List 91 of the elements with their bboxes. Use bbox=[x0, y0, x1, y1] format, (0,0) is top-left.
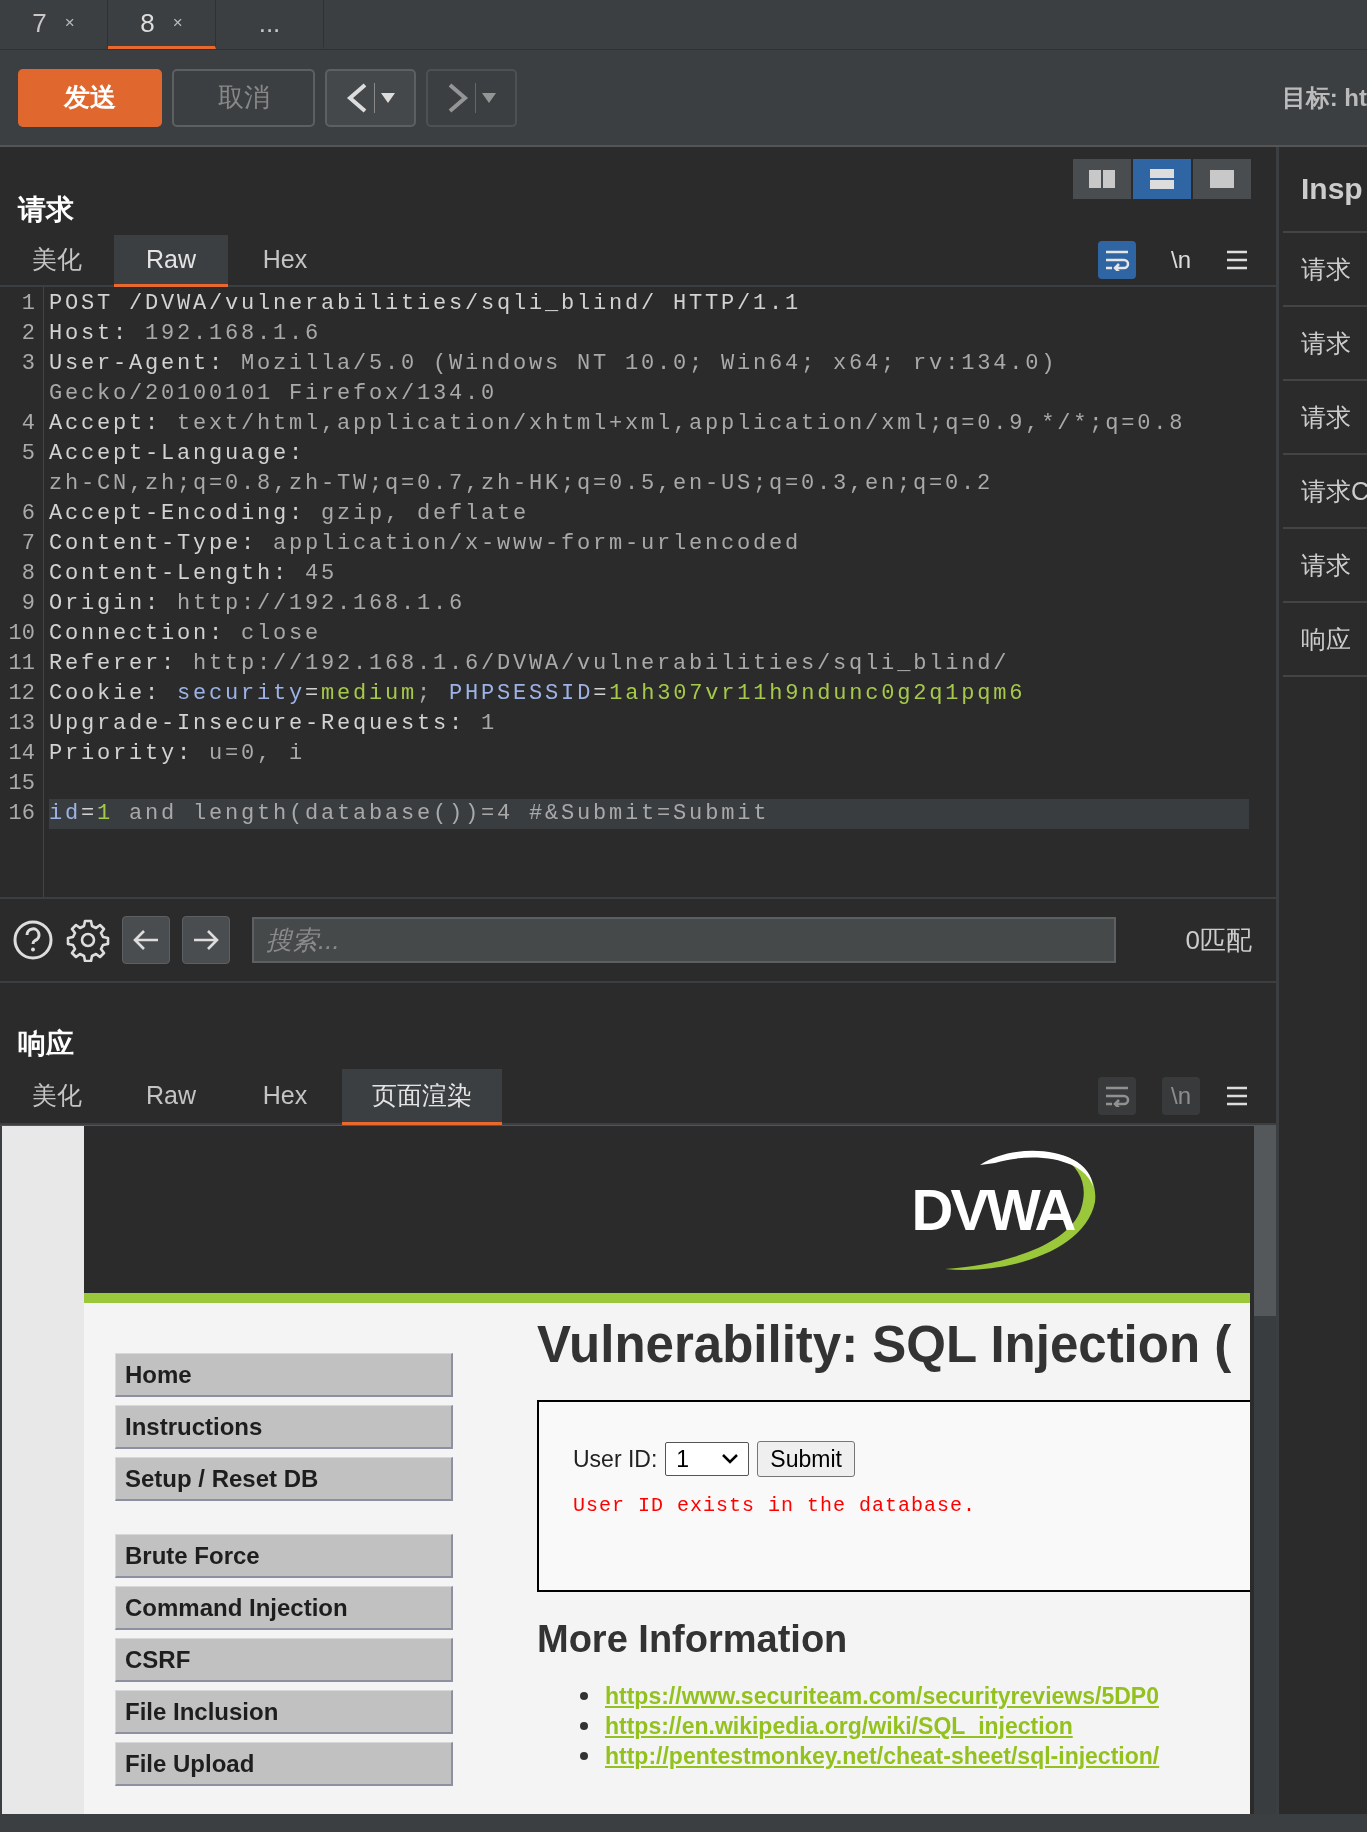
settings-icon[interactable] bbox=[66, 918, 110, 962]
line-number: 2 bbox=[20, 320, 36, 348]
back-button[interactable] bbox=[325, 68, 416, 127]
line-number: 13 bbox=[7, 710, 36, 738]
result-message: User ID exists in the database. bbox=[573, 1494, 978, 1517]
inspector-title: Insp bbox=[1283, 147, 1367, 233]
line-number: 6 bbox=[20, 500, 36, 528]
chevron-down-icon bbox=[722, 1454, 739, 1464]
layout-toggle[interactable] bbox=[1193, 159, 1251, 199]
line-number: 14 bbox=[7, 740, 36, 768]
newline-toggle[interactable]: \n bbox=[1162, 241, 1200, 279]
code-line: Upgrade-Insecure-Requests: 1 bbox=[49, 710, 499, 738]
panel-title: 响应 bbox=[17, 1027, 74, 1061]
user-id-select[interactable]: 1 bbox=[665, 1442, 750, 1476]
search-field[interactable]: 搜索... bbox=[252, 917, 1116, 963]
help-icon[interactable] bbox=[12, 919, 54, 961]
line-number: 5 bbox=[20, 440, 36, 468]
inspector-section[interactable]: 请求 bbox=[1283, 307, 1367, 381]
menu-item[interactable]: File Upload bbox=[115, 1742, 453, 1786]
match-count: 0匹配 bbox=[1185, 923, 1253, 957]
chevron-right-icon bbox=[447, 82, 469, 113]
rows-icon bbox=[1149, 168, 1175, 190]
code-line: Origin: http://192.168.1.6 bbox=[49, 590, 467, 618]
line-number: 9 bbox=[20, 590, 36, 618]
caret-icon[interactable] bbox=[381, 92, 395, 103]
inspector-section[interactable]: 响应 bbox=[1283, 603, 1367, 677]
tab[interactable]: 美化 bbox=[0, 235, 114, 287]
code-line: Accept: text/html,application/xhtml+xml,application/xml;q=0.9,*/*;q=0.8 bbox=[49, 410, 1187, 438]
scrollbar[interactable] bbox=[1254, 1126, 1276, 1814]
code-line: Content-Length: 45 bbox=[49, 560, 339, 588]
page-heading: Vulnerability: SQL Injection ( bbox=[537, 1315, 1233, 1375]
inspector-section[interactable]: 请求 bbox=[1283, 233, 1367, 307]
line-number: 3 bbox=[20, 350, 36, 378]
menu-item[interactable]: Command Injection bbox=[115, 1586, 453, 1630]
layout-toggle[interactable] bbox=[1133, 159, 1191, 199]
bullet-icon bbox=[580, 1722, 588, 1730]
section-heading: More Information bbox=[537, 1618, 849, 1661]
line-number: 8 bbox=[20, 560, 36, 588]
tab[interactable]: 7 × bbox=[0, 0, 108, 49]
code-line: Cookie: security=medium; PHPSESSID=1ah307vr11h9ndunc0g2q1pqm6 bbox=[49, 680, 1027, 708]
chevron-left-icon bbox=[346, 82, 368, 113]
line-number: 7 bbox=[20, 530, 36, 558]
menu-item[interactable]: Home bbox=[115, 1353, 453, 1397]
code-line: Priority: u=0, i bbox=[49, 740, 307, 768]
menu-item[interactable]: Brute Force bbox=[115, 1534, 453, 1578]
line-number: 4 bbox=[20, 410, 36, 438]
line-number: 12 bbox=[7, 680, 36, 708]
line-number: 1 bbox=[20, 290, 36, 318]
field-label: User ID: bbox=[573, 1445, 658, 1473]
tab[interactable]: ... bbox=[216, 0, 324, 49]
wrap-icon bbox=[1104, 249, 1130, 271]
code-line: Host: 192.168.1.6 bbox=[49, 320, 323, 348]
code-line: POST /DVWA/vulnerabilities/sqli_blind/ HTTP/1.1 bbox=[49, 290, 803, 318]
code-line: Connection: close bbox=[49, 620, 323, 648]
previous-button[interactable] bbox=[122, 916, 170, 964]
line-number: 11 bbox=[7, 650, 36, 678]
menu-item[interactable]: Setup / Reset DB bbox=[115, 1457, 453, 1501]
menu-icon[interactable] bbox=[1226, 250, 1248, 270]
menu-icon[interactable] bbox=[1226, 1086, 1248, 1106]
menu-item[interactable]: File Inclusion bbox=[115, 1690, 453, 1734]
target-label: 目标: ht bbox=[1281, 82, 1367, 113]
line-number: 15 bbox=[7, 770, 36, 798]
line-number: 16 bbox=[7, 800, 36, 828]
tab[interactable]: Raw bbox=[114, 235, 228, 287]
close-icon[interactable]: × bbox=[64, 13, 75, 33]
submit-button[interactable]: Submit bbox=[757, 1441, 855, 1477]
panel-title: 请求 bbox=[16, 193, 74, 227]
code-line: Referer: http://192.168.1.6/DVWA/vulnerabilities/sqli_blind/ bbox=[49, 650, 1011, 678]
menu-item[interactable]: Instructions bbox=[115, 1405, 453, 1449]
bullet-icon bbox=[580, 1752, 588, 1760]
wrap-toggle[interactable] bbox=[1098, 241, 1136, 279]
line-number: 10 bbox=[7, 620, 36, 648]
close-icon[interactable]: × bbox=[172, 13, 183, 33]
code-line: Accept-Encoding: gzip, deflate bbox=[49, 500, 531, 528]
wrap-icon bbox=[1104, 1085, 1130, 1107]
square-icon bbox=[1209, 169, 1235, 189]
inspector-section[interactable]: 请求 bbox=[1283, 529, 1367, 603]
tab[interactable]: Hex bbox=[228, 235, 342, 287]
tab[interactable]: Raw bbox=[114, 1069, 228, 1125]
tab[interactable]: 美化 bbox=[0, 1069, 114, 1125]
arrow-left-icon bbox=[132, 928, 160, 952]
inspector-section[interactable]: 请求 bbox=[1283, 381, 1367, 455]
tab[interactable]: Hex bbox=[228, 1069, 342, 1125]
next-button[interactable] bbox=[182, 916, 230, 964]
layout-toggle[interactable] bbox=[1073, 159, 1131, 199]
columns-icon bbox=[1088, 169, 1116, 189]
code-line: Content-Type: application/x-www-form-urlencoded bbox=[49, 530, 803, 558]
tab[interactable]: 页面渲染 bbox=[342, 1069, 502, 1125]
bullet-icon bbox=[580, 1692, 588, 1700]
arrow-right-icon bbox=[192, 928, 220, 952]
menu-item[interactable]: CSRF bbox=[115, 1638, 453, 1682]
